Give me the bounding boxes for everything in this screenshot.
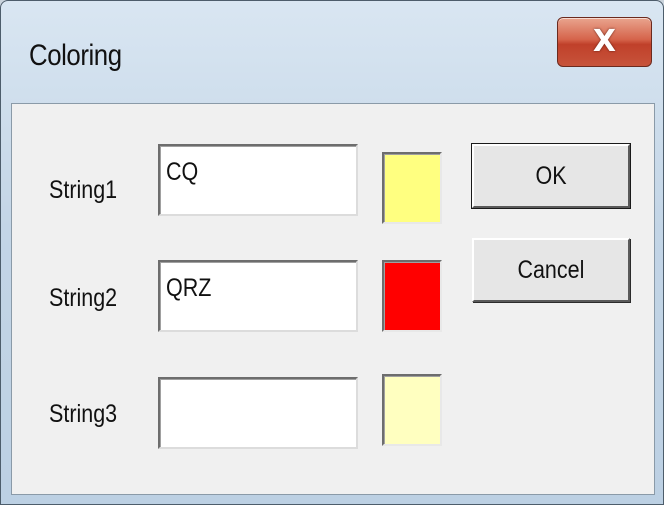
ok-button[interactable]: OK [471,143,631,209]
dialog-body: String1 CQ String2 QRZ String3 OK Cancel [11,103,655,495]
window-title: Coloring [29,39,122,72]
string3-color-swatch[interactable] [382,374,442,446]
title-bar[interactable]: Coloring X [1,1,663,103]
string1-input[interactable]: CQ [158,144,358,216]
ok-button-label: OK [535,161,567,190]
string2-input[interactable]: QRZ [158,260,358,332]
string2-color-swatch[interactable] [382,260,442,332]
string1-color-swatch[interactable] [382,152,442,224]
cancel-button[interactable]: Cancel [472,238,630,302]
string1-label: String1 [49,176,118,204]
string2-input-value: QRZ [166,274,212,302]
string3-label: String3 [49,400,118,428]
string3-input[interactable] [158,377,358,449]
close-button[interactable]: X [557,17,652,67]
string2-label: String2 [49,284,118,312]
cancel-button-label: Cancel [517,255,585,284]
close-icon: X [592,24,617,59]
coloring-dialog: Coloring X String1 CQ String2 QRZ String… [0,0,664,505]
string1-input-value: CQ [166,158,199,186]
